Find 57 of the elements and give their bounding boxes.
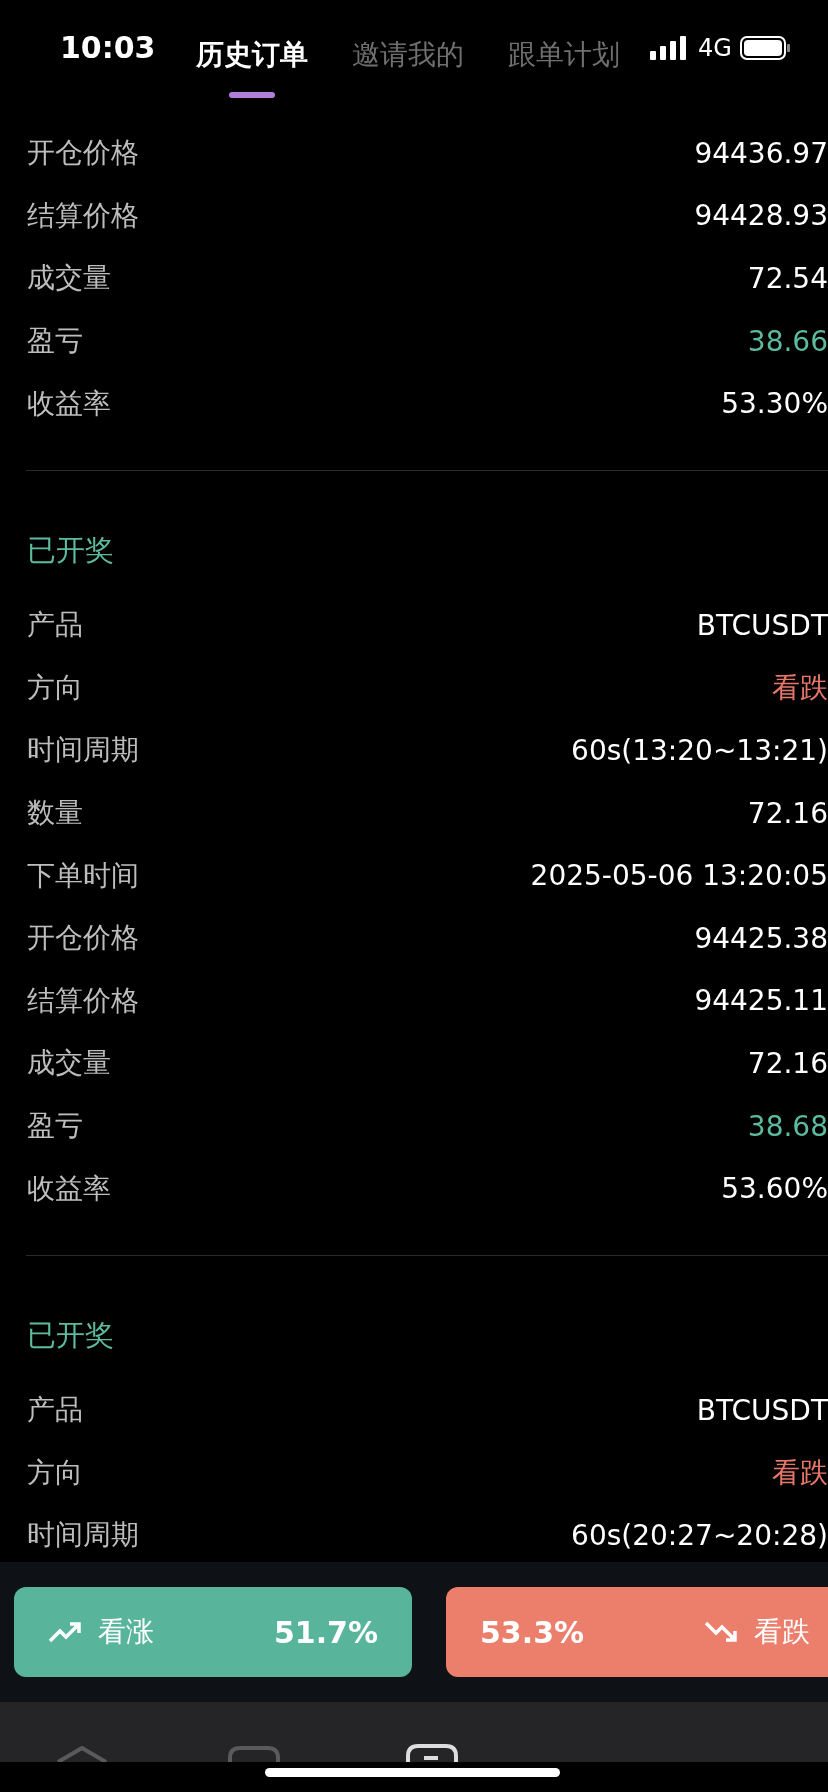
field-label: 下单时间 [27, 857, 139, 894]
field-label: 盈亏 [27, 323, 83, 360]
field-value: 72.16 [747, 1046, 828, 1080]
chat-icon[interactable] [228, 1746, 280, 1762]
buy-down-button[interactable]: 53.3% 看跌 [446, 1587, 828, 1677]
field-value: 94425.38 [694, 921, 828, 955]
tab[interactable]: 邀请我的 [352, 36, 464, 74]
signal-icon [650, 36, 686, 60]
field-value: 72.16 [747, 796, 828, 830]
network-label: 4G [698, 34, 732, 62]
button-label: 看跌 [754, 1614, 810, 1650]
button-percent: 53.3% [480, 1614, 585, 1650]
field-label: 数量 [27, 795, 83, 832]
field-value: 2025-05-06 13:20:05 [530, 859, 828, 893]
field-label: 方向 [27, 1454, 83, 1491]
field-value: 看跌 [772, 669, 828, 706]
field-label: 结算价格 [27, 197, 139, 234]
field-label: 盈亏 [27, 1108, 83, 1144]
trend-down-icon [704, 1621, 738, 1643]
field-label: 成交量 [27, 260, 111, 297]
field-value: 38.68 [747, 1109, 828, 1143]
trade-icon[interactable] [406, 1744, 458, 1762]
field-value: 38.66 [747, 324, 828, 358]
field-value: 94428.93 [694, 199, 828, 233]
tab-indicator [229, 92, 275, 98]
field-value: BTCUSDT [696, 1393, 828, 1427]
field-label: 时间周期 [27, 1517, 139, 1554]
field-value: 53.30% [721, 387, 828, 421]
field-value: 94425.11 [694, 984, 828, 1018]
field-label: 结算价格 [27, 982, 139, 1019]
trend-up-icon [48, 1621, 82, 1643]
field-value: 94436.97 [694, 136, 828, 170]
home-icon[interactable] [56, 1746, 108, 1762]
field-label: 产品 [27, 607, 83, 644]
tab[interactable]: 跟单计划 [508, 36, 620, 74]
field-label: 成交量 [27, 1045, 111, 1082]
field-label: 收益率 [27, 1170, 111, 1207]
button-percent: 51.7% [273, 1614, 378, 1650]
field-label: 收益率 [27, 385, 111, 422]
field-label: 时间周期 [27, 732, 139, 769]
order-status: 已开奖 [26, 531, 115, 569]
status-time: 10:03 [60, 30, 156, 65]
field-value: BTCUSDT [696, 608, 828, 642]
button-label: 看涨 [98, 1614, 154, 1650]
tab[interactable]: 历史订单 [196, 36, 308, 74]
field-value: 60s(13:20~13:21) [571, 733, 828, 767]
battery-icon [740, 36, 792, 60]
field-label: 方向 [27, 669, 83, 706]
field-value: 53.60% [721, 1172, 828, 1206]
field-value: 60s(20:27~20:28) [571, 1518, 828, 1552]
field-value: 看跌 [772, 1454, 828, 1491]
field-label: 产品 [27, 1392, 83, 1429]
field-label: 开仓价格 [27, 920, 139, 957]
order-status: 已开奖 [26, 1316, 115, 1354]
field-value: 72.54 [747, 262, 828, 295]
field-label: 开仓价格 [27, 135, 139, 172]
buy-up-button[interactable]: 看涨 51.7% [14, 1587, 412, 1677]
